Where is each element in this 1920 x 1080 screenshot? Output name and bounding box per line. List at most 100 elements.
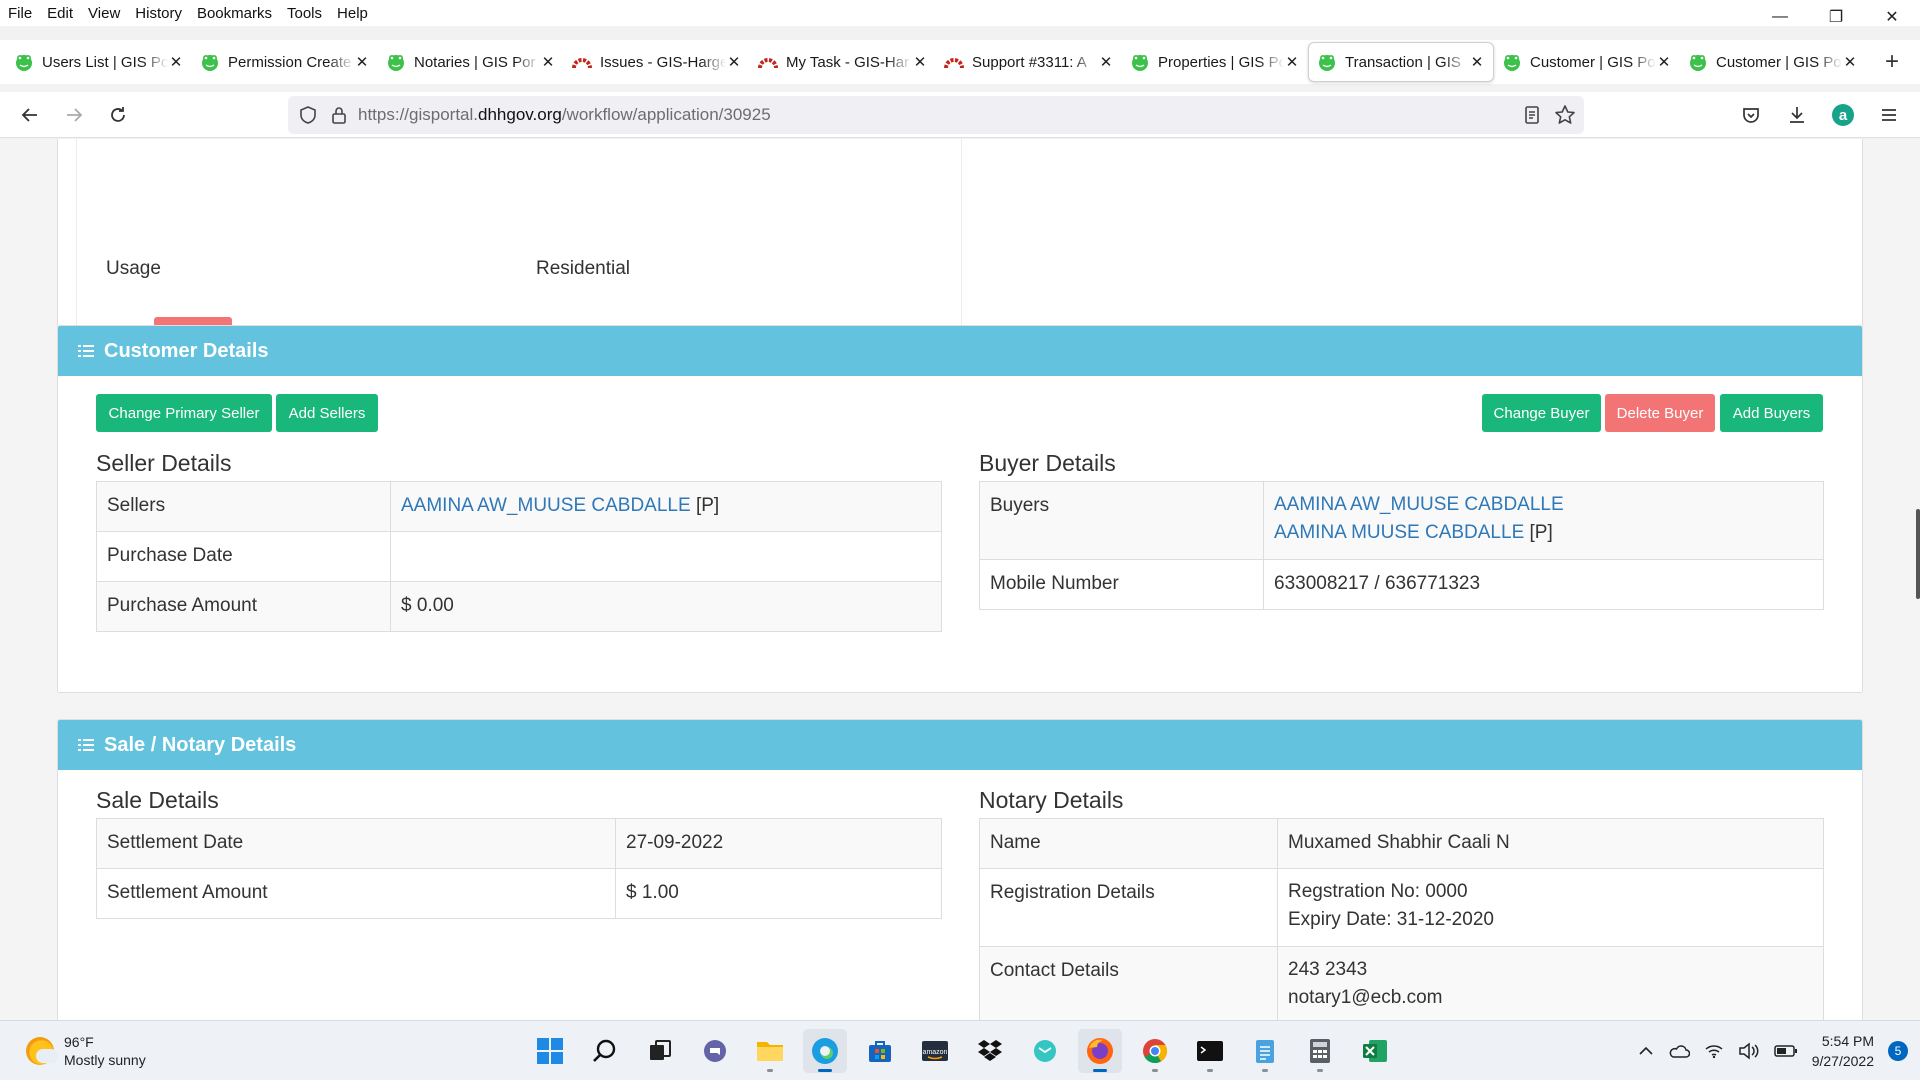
menu-bookmarks[interactable]: Bookmarks (189, 5, 279, 22)
notepad-button[interactable] (1243, 1029, 1287, 1073)
wifi-icon[interactable] (1704, 1043, 1724, 1059)
messaging-app-button[interactable] (1023, 1029, 1067, 1073)
change-buyer-button[interactable]: Change Buyer (1482, 394, 1601, 432)
mobile-number-value: 633008217 / 636771323 (1263, 559, 1824, 610)
chevron-up-icon[interactable] (1638, 1043, 1654, 1059)
amazon-button[interactable]: amazon (913, 1029, 957, 1073)
close-tab-icon[interactable]: ✕ (1842, 53, 1858, 71)
teams-chat-button[interactable] (693, 1029, 737, 1073)
url-bar[interactable]: https://gisportal.dhhgov.org/workflow/ap… (288, 96, 1584, 134)
browser-tab[interactable]: Users List | GIS Po ✕ (6, 42, 192, 82)
url-text[interactable]: https://gisportal.dhhgov.org/workflow/ap… (358, 105, 771, 125)
amazon-assistant-button[interactable]: a (1822, 94, 1864, 136)
close-tab-icon[interactable]: ✕ (912, 53, 928, 71)
calculator-button[interactable] (1298, 1029, 1342, 1073)
usage-label: Usage (106, 258, 161, 279)
delete-buyer-button[interactable]: Delete Buyer (1605, 394, 1715, 432)
page-content: Usage Residential Banned Customer Detail… (0, 139, 1920, 1020)
settlement-date-value: 27-09-2022 (615, 818, 942, 869)
close-tab-icon[interactable]: ✕ (1656, 53, 1672, 71)
close-tab-icon[interactable]: ✕ (1098, 53, 1114, 71)
bookmark-star-icon[interactable] (1554, 104, 1576, 126)
minimize-button[interactable]: — (1752, 0, 1808, 34)
browser-tab[interactable]: My Task - GIS-Har ✕ (750, 42, 936, 82)
windows-taskbar: 96°F Mostly sunny amazon 5:54 PM 9/27/20… (0, 1020, 1920, 1080)
frog-favicon-icon (1130, 52, 1150, 72)
windows-logo-icon (537, 1038, 563, 1064)
dropbox-button[interactable] (968, 1029, 1012, 1073)
browser-tab[interactable]: Properties | GIS Po ✕ (1122, 42, 1308, 82)
list-icon (78, 738, 94, 752)
volume-icon[interactable] (1738, 1042, 1760, 1060)
change-primary-seller-button[interactable]: Change Primary Seller (96, 394, 272, 432)
customer-details-title: Customer Details (104, 339, 269, 362)
shield-icon[interactable] (298, 105, 318, 125)
close-tab-icon[interactable]: ✕ (354, 53, 370, 71)
buyer-details-title: Buyer Details (979, 450, 1116, 476)
clock[interactable]: 5:54 PM 9/27/2022 (1812, 1031, 1874, 1071)
browser-tab[interactable]: Issues - GIS-Harge ✕ (564, 42, 750, 82)
microsoft-store-button[interactable] (858, 1029, 902, 1073)
menu-file[interactable]: File (0, 5, 39, 22)
tab-title: Transaction | GIS (1345, 53, 1461, 71)
menu-edit[interactable]: Edit (39, 5, 80, 22)
close-tab-icon[interactable]: ✕ (726, 53, 742, 71)
menu-history[interactable]: History (127, 5, 189, 22)
browser-tab[interactable]: Transaction | GIS ✕ (1308, 42, 1494, 82)
browser-tab[interactable]: Customer | GIS Po ✕ (1494, 42, 1680, 82)
browser-tab[interactable]: Support #3311: A ✕ (936, 42, 1122, 82)
battery-icon[interactable] (1773, 1044, 1798, 1058)
reload-button[interactable] (96, 93, 140, 137)
close-window-button[interactable]: ✕ (1864, 0, 1920, 34)
search-button[interactable] (583, 1029, 627, 1073)
downloads-button[interactable] (1776, 94, 1818, 136)
notification-badge[interactable]: 5 (1888, 1041, 1908, 1061)
menu-help[interactable]: Help (329, 5, 375, 22)
weather-widget[interactable]: 96°F Mostly sunny (26, 1033, 146, 1069)
seller-link[interactable]: AAMINA AW_MUUSE CABDALLE (401, 495, 691, 516)
browser-tab[interactable]: Customer | GIS Po ✕ (1680, 42, 1866, 82)
close-tab-icon[interactable]: ✕ (540, 53, 556, 71)
edge-button[interactable] (803, 1029, 847, 1073)
purchase-date-label: Purchase Date (96, 531, 391, 582)
settlement-amount-label: Settlement Amount (96, 868, 616, 919)
frog-favicon-icon (1317, 52, 1337, 72)
app-menu-button[interactable] (1868, 94, 1910, 136)
close-tab-icon[interactable]: ✕ (1469, 53, 1485, 71)
chrome-button[interactable] (1133, 1029, 1177, 1073)
weather-temperature: 96°F (64, 1034, 94, 1050)
close-tab-icon[interactable]: ✕ (1284, 53, 1300, 71)
firefox-button[interactable] (1078, 1029, 1122, 1073)
pocket-button[interactable] (1730, 94, 1772, 136)
terminal-button[interactable] (1188, 1029, 1232, 1073)
hamburger-menu-icon (1882, 109, 1896, 121)
buyer-link-1[interactable]: AAMINA AW_MUUSE CABDALLE (1274, 494, 1564, 515)
excel-button[interactable] (1353, 1029, 1397, 1073)
mobile-number-label: Mobile Number (979, 559, 1264, 610)
contact-details-label: Contact Details (979, 946, 1278, 1020)
clock-date: 9/27/2022 (1811, 1053, 1874, 1069)
task-view-button[interactable] (638, 1029, 682, 1073)
new-tab-button[interactable]: + (1872, 42, 1912, 82)
start-button[interactable] (528, 1029, 572, 1073)
file-explorer-button[interactable] (748, 1029, 792, 1073)
browser-tab[interactable]: Notaries | GIS Por ✕ (378, 42, 564, 82)
folder-icon (757, 1042, 783, 1061)
menu-tools[interactable]: Tools (279, 5, 329, 22)
close-tab-icon[interactable]: ✕ (168, 53, 184, 71)
back-button[interactable] (8, 93, 52, 137)
onedrive-cloud-icon[interactable] (1668, 1043, 1690, 1059)
chrome-icon (1143, 1039, 1168, 1064)
download-icon (1790, 107, 1804, 123)
forward-button[interactable] (52, 93, 96, 137)
browser-tab[interactable]: Permission Create ✕ (192, 42, 378, 82)
lock-icon[interactable] (330, 105, 348, 125)
restore-button[interactable]: ❐ (1808, 0, 1864, 34)
buyer-link-2[interactable]: AAMINA MUUSE CABDALLE (1274, 522, 1524, 543)
sale-details-title: Sale Details (96, 787, 219, 813)
menu-view[interactable]: View (80, 5, 127, 22)
add-buyers-button[interactable]: Add Buyers (1720, 394, 1823, 432)
reader-view-icon[interactable] (1522, 105, 1542, 125)
page-scrollbar[interactable] (1916, 509, 1920, 599)
add-sellers-button[interactable]: Add Sellers (276, 394, 378, 432)
